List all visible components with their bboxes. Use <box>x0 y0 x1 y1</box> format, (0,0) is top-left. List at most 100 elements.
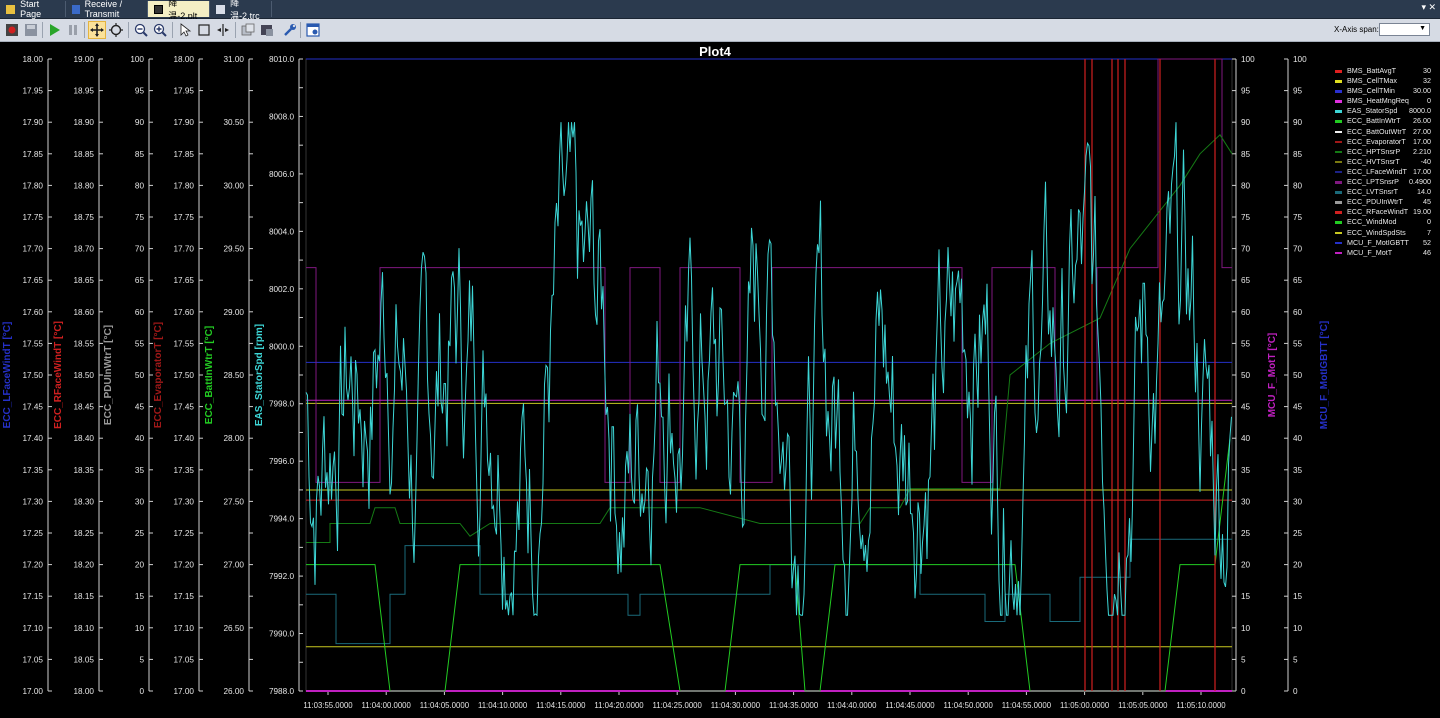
legend-item[interactable]: ECC_LFaceWindT 17.00 <box>1333 167 1433 177</box>
legend-signal-value: 32 <box>1423 76 1431 86</box>
zoom-box-icon[interactable] <box>195 21 213 39</box>
axis-tick-label: 7992.0 <box>269 572 294 581</box>
legend-item[interactable]: ECC_HPTSnsrP 2.210 <box>1333 147 1433 157</box>
axis-tick-label: 18.00 <box>74 687 95 696</box>
axis-tick-label: 80 <box>135 181 145 190</box>
cursor-icon[interactable] <box>214 21 232 39</box>
zoom-out-icon[interactable] <box>132 21 150 39</box>
axis-tick-label: 8002.0 <box>269 285 294 294</box>
axis-tick-label: 20 <box>135 561 145 570</box>
tab-trace-file[interactable]: 降温-2.trc <box>210 0 272 21</box>
legend-item[interactable]: ECC_WindSpdSts 7 <box>1333 228 1433 238</box>
axis-tick-label: 50 <box>1293 371 1303 380</box>
x-tick-label: 11:04:50.0000 <box>944 701 994 710</box>
tab-plot-file[interactable]: 降温-2.plt <box>148 0 210 21</box>
select-icon[interactable] <box>176 21 194 39</box>
plot-frame <box>305 58 1233 692</box>
zoom-fit-icon[interactable] <box>107 21 125 39</box>
axis-tick-label: 7998.0 <box>269 400 294 409</box>
legend-signal-value: 14.0 <box>1417 187 1431 197</box>
legend-item[interactable]: BMS_CellTMax 32 <box>1333 76 1433 86</box>
legend-signal-value: 17.00 <box>1413 136 1431 146</box>
export-icon[interactable] <box>239 21 257 39</box>
plot-toolbar: X-Axis span: ▼ <box>0 19 1440 42</box>
axis-tick-label: 30.50 <box>224 118 245 127</box>
axis-tick-label: 45 <box>135 403 145 412</box>
pause-icon[interactable] <box>64 21 82 39</box>
axis-tick-label: 5 <box>139 655 144 664</box>
x-axis-span-select[interactable]: ▼ <box>1379 23 1430 36</box>
axis-tick-label: 60 <box>1293 308 1303 317</box>
axis-tick-label: 17.30 <box>174 497 195 506</box>
x-tick-label: 11:05:05.0000 <box>1118 701 1168 710</box>
legend-item[interactable]: ECC_EvaporatorT 17.00 <box>1333 137 1433 147</box>
legend-item[interactable]: ECC_RFaceWindT 19.00 <box>1333 207 1433 217</box>
export-image-icon[interactable] <box>258 21 276 39</box>
axis-tick-label: 25 <box>1241 529 1251 538</box>
legend-signal-value: 0 <box>1427 96 1431 106</box>
play-icon[interactable] <box>45 21 63 39</box>
legend-signal-name: MCU_F_MotT <box>1347 247 1393 257</box>
signal-legend: BMS_BattAvgT 30 BMS_CellTMax 32 BMS_CellTMin… <box>1333 66 1433 258</box>
axis-tick-label: 17.85 <box>174 150 195 159</box>
legend-signal-name: ECC_WindMod <box>1347 217 1397 227</box>
axis-tick-label: 18.05 <box>74 655 95 664</box>
legend-swatch <box>1335 70 1342 73</box>
legend-swatch <box>1335 231 1342 234</box>
tab-receive-transmit[interactable]: Receive / Transmit <box>66 0 148 19</box>
legend-item[interactable]: BMS_BattAvgT 30 <box>1333 66 1433 76</box>
legend-signal-value: 8000.0 <box>1409 106 1431 116</box>
axis-tick-label: 30 <box>1241 497 1251 506</box>
axis-tick-label: 90 <box>1293 118 1303 127</box>
axis-tick-label: 60 <box>1241 308 1251 317</box>
axis-tick-label: 17.05 <box>23 655 44 664</box>
trace-file-icon <box>216 4 226 14</box>
legend-item[interactable]: ECC_LPTSnsrP 0.4900 <box>1333 177 1433 187</box>
axis-tick-label: 17.70 <box>23 245 44 254</box>
zoom-in-icon[interactable] <box>151 21 169 39</box>
x-tick-label: 11:04:20.0000 <box>594 701 644 710</box>
legend-item[interactable]: BMS_HeatMngReq 0 <box>1333 96 1433 106</box>
pan-icon[interactable] <box>88 21 106 39</box>
legend-signal-value: 0 <box>1427 217 1431 227</box>
x-tick-label: 11:03:55.0000 <box>303 701 353 710</box>
legend-item[interactable]: EAS_StatorSpd 8000.0 <box>1333 106 1433 116</box>
legend-item[interactable]: ECC_BattInWtrT 26.00 <box>1333 116 1433 126</box>
axis-tick-label: 17.60 <box>23 308 44 317</box>
legend-signal-value: 7 <box>1427 227 1431 237</box>
axis-tick-label: 17.95 <box>174 87 195 96</box>
legend-item[interactable]: ECC_HVTSnsrT -40 <box>1333 157 1433 167</box>
axis-tick-label: 17.60 <box>174 308 195 317</box>
axis-tick-label: 25 <box>135 529 145 538</box>
legend-item[interactable]: ECC_BattOutWtrT 27.00 <box>1333 127 1433 137</box>
axis-tick-label: 25 <box>1293 529 1303 538</box>
tab-start-page[interactable]: Start Page <box>0 0 66 19</box>
legend-item[interactable]: MCU_F_MotIGBTT 52 <box>1333 238 1433 248</box>
axis-tick-label: 17.25 <box>23 529 44 538</box>
axis-tick-label: 45 <box>1293 403 1303 412</box>
axis-tick-label: 10 <box>1293 624 1303 633</box>
x-tick-label: 11:04:55.0000 <box>1002 701 1052 710</box>
save-icon[interactable] <box>22 21 40 39</box>
plot-canvas[interactable]: 18.00 17.95 17.90 17.85 17.80 17.75 17.70 17.65… <box>0 42 1440 713</box>
legend-swatch <box>1335 140 1342 144</box>
axis-tick-label: 17.40 <box>23 434 44 443</box>
layout-icon[interactable] <box>304 21 322 39</box>
legend-item[interactable]: ECC_LVTSnsrT 14.0 <box>1333 187 1433 197</box>
legend-item[interactable]: BMS_CellTMin 30.00 <box>1333 86 1433 96</box>
tab-list-dropdown-icon[interactable]: ▾ ✕ <box>1421 2 1436 13</box>
x-tick-label: 11:04:30.0000 <box>711 701 761 710</box>
axis-tick-label: 35 <box>135 466 145 475</box>
x-tick-label: 11:04:40.0000 <box>827 701 877 710</box>
status-bar <box>0 713 1440 718</box>
axis-title: EAS_StatorSpd [rpm] <box>254 324 265 426</box>
legend-item[interactable]: MCU_F_MotT 46 <box>1333 248 1433 258</box>
legend-item[interactable]: ECC_WindMod 0 <box>1333 217 1433 227</box>
axis-tick-label: 8006.0 <box>269 170 294 179</box>
settings-icon[interactable] <box>281 21 299 39</box>
legend-swatch <box>1335 160 1342 164</box>
record-icon[interactable] <box>3 21 21 39</box>
legend-swatch <box>1335 120 1342 123</box>
axis-tick-label: 5 <box>1241 655 1246 664</box>
legend-item[interactable]: ECC_PDUInWtrT 45 <box>1333 197 1433 207</box>
